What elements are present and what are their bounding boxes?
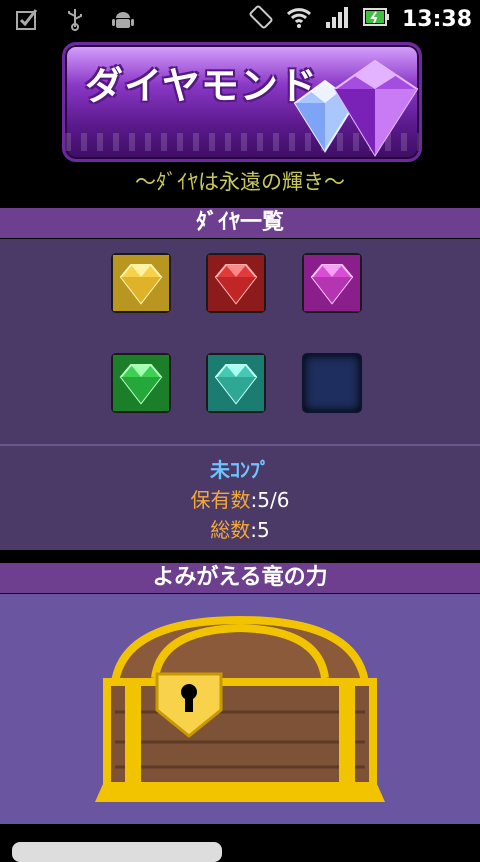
signal-icon bbox=[324, 5, 350, 33]
clock: 13:38 bbox=[401, 6, 472, 32]
section-separator bbox=[0, 550, 480, 562]
treasure-chest-icon[interactable] bbox=[95, 612, 385, 810]
bottom-button[interactable] bbox=[12, 842, 222, 862]
wifi-icon bbox=[286, 5, 312, 33]
status-bar: 13:38 bbox=[0, 0, 480, 38]
completion-status: 未ｺﾝﾌﾟ bbox=[210, 458, 270, 482]
chest-section-heading: よみがえる竜の力 bbox=[0, 563, 480, 593]
usb-icon bbox=[62, 6, 88, 32]
empty-gem-slot bbox=[304, 355, 360, 411]
green-diamond-icon[interactable] bbox=[113, 355, 169, 411]
total-value: :5 bbox=[250, 518, 270, 542]
owned-count: 保有数:5/6 bbox=[0, 484, 480, 513]
checkbox-icon bbox=[14, 6, 40, 32]
battery-icon bbox=[362, 6, 390, 32]
diamond-gems-icon bbox=[293, 59, 419, 157]
rotate-icon bbox=[248, 4, 274, 34]
yellow-diamond-icon[interactable] bbox=[113, 255, 169, 311]
diamond-banner: ダイヤモンド bbox=[62, 42, 422, 162]
owned-value: :5/6 bbox=[250, 488, 290, 512]
red-diamond-icon[interactable] bbox=[208, 255, 264, 311]
subtitle: 〜ﾀﾞｲﾔは永遠の輝き〜 bbox=[135, 170, 345, 194]
total-count: 総数:5 bbox=[0, 514, 480, 543]
total-label: 総数 bbox=[210, 518, 251, 542]
android-icon bbox=[110, 6, 136, 32]
diamond-grid-panel bbox=[0, 239, 480, 444]
owned-label: 保有数 bbox=[190, 488, 251, 512]
diamond-list-heading: ﾀﾞｲﾔ一覧 bbox=[0, 208, 480, 238]
teal-diamond-icon[interactable] bbox=[208, 355, 264, 411]
magenta-diamond-icon[interactable] bbox=[304, 255, 360, 311]
